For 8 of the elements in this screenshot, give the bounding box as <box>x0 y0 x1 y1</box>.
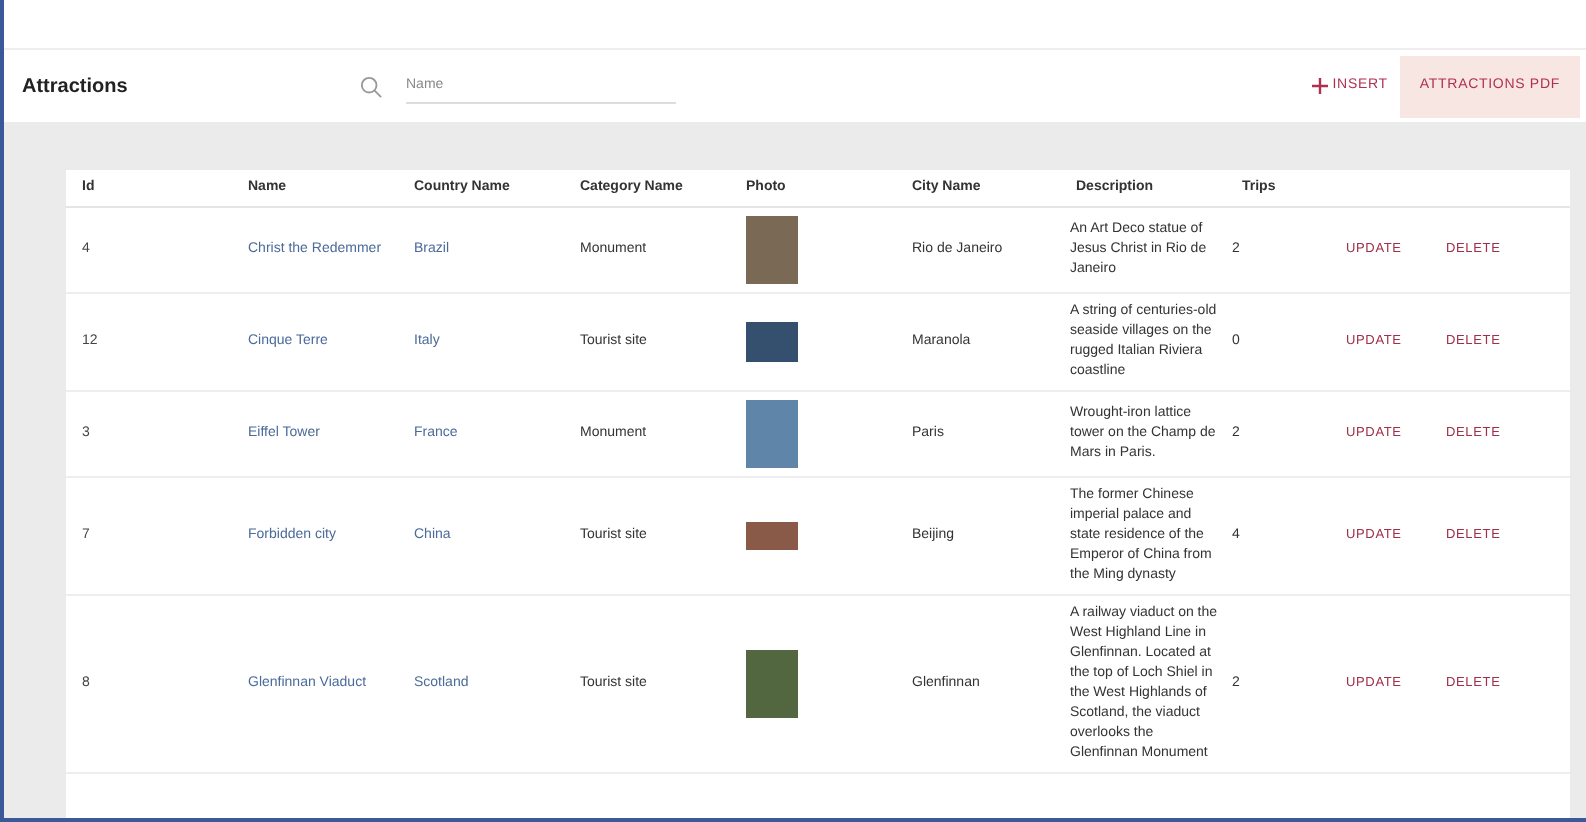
photo-placeholder <box>746 216 798 284</box>
search-icon <box>360 75 382 97</box>
photo-placeholder <box>746 322 798 362</box>
photo-placeholder <box>746 400 798 468</box>
page-title: Attractions <box>22 73 130 101</box>
photo-placeholder <box>746 650 798 718</box>
plus-icon <box>1312 78 1329 94</box>
photo-placeholder <box>746 522 798 550</box>
